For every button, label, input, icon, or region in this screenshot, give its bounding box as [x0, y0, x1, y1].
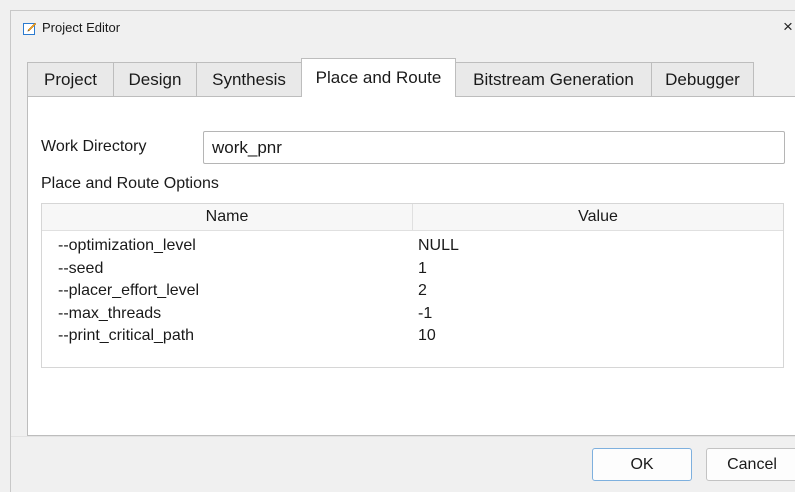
column-header-value[interactable]: Value	[413, 204, 783, 230]
table-row[interactable]: --placer_effort_level 2	[42, 279, 783, 302]
option-value[interactable]: 10	[418, 327, 436, 345]
option-value[interactable]: -1	[418, 305, 432, 323]
table-row[interactable]: --max_threads -1	[42, 302, 783, 325]
window-title: Project Editor	[42, 20, 121, 35]
tab-project[interactable]: Project	[27, 62, 114, 96]
option-name: --placer_effort_level	[58, 282, 200, 299]
table-body: --optimization_level NULL --seed 1 --pla…	[42, 234, 783, 347]
title-bar: Project Editor ×	[11, 11, 795, 45]
ok-button[interactable]: OK	[592, 448, 692, 481]
option-name: --max_threads	[58, 304, 162, 322]
column-header-name[interactable]: Name	[42, 204, 413, 230]
tab-debugger[interactable]: Debugger	[651, 62, 754, 96]
place-and-route-panel: Work Directory Place and Route Options N…	[27, 96, 795, 436]
option-name: --print_critical_path	[58, 327, 195, 344]
table-row[interactable]: --seed 1	[42, 257, 783, 280]
table-row[interactable]: --optimization_level NULL	[42, 234, 783, 257]
close-icon[interactable]: ×	[783, 17, 795, 37]
option-value[interactable]: 2	[418, 282, 427, 300]
work-directory-input[interactable]	[203, 131, 785, 164]
tab-place-and-route[interactable]: Place and Route	[301, 58, 456, 97]
table-row[interactable]: --print_critical_path 10	[42, 324, 783, 347]
tab-bar: Project Design Synthesis Place and Route…	[27, 58, 795, 97]
tab-design[interactable]: Design	[113, 62, 197, 96]
table-header: Name Value	[42, 204, 783, 231]
option-value[interactable]: NULL	[418, 237, 459, 255]
options-table: Name Value --optimization_level NULL --s…	[41, 203, 784, 368]
tab-synthesis[interactable]: Synthesis	[196, 62, 302, 96]
work-directory-label: Work Directory	[41, 138, 147, 155]
option-name: --seed	[58, 259, 104, 277]
edit-document-icon	[23, 21, 37, 35]
option-value[interactable]: 1	[418, 260, 427, 278]
cancel-button[interactable]: Cancel	[706, 448, 795, 481]
option-name: --optimization_level	[58, 237, 196, 254]
project-editor-window: Project Editor × Project Design Synthesi…	[10, 10, 795, 492]
tab-bitstream-generation[interactable]: Bitstream Generation	[455, 62, 652, 96]
footer-divider	[11, 436, 795, 437]
options-label: Place and Route Options	[41, 175, 219, 192]
